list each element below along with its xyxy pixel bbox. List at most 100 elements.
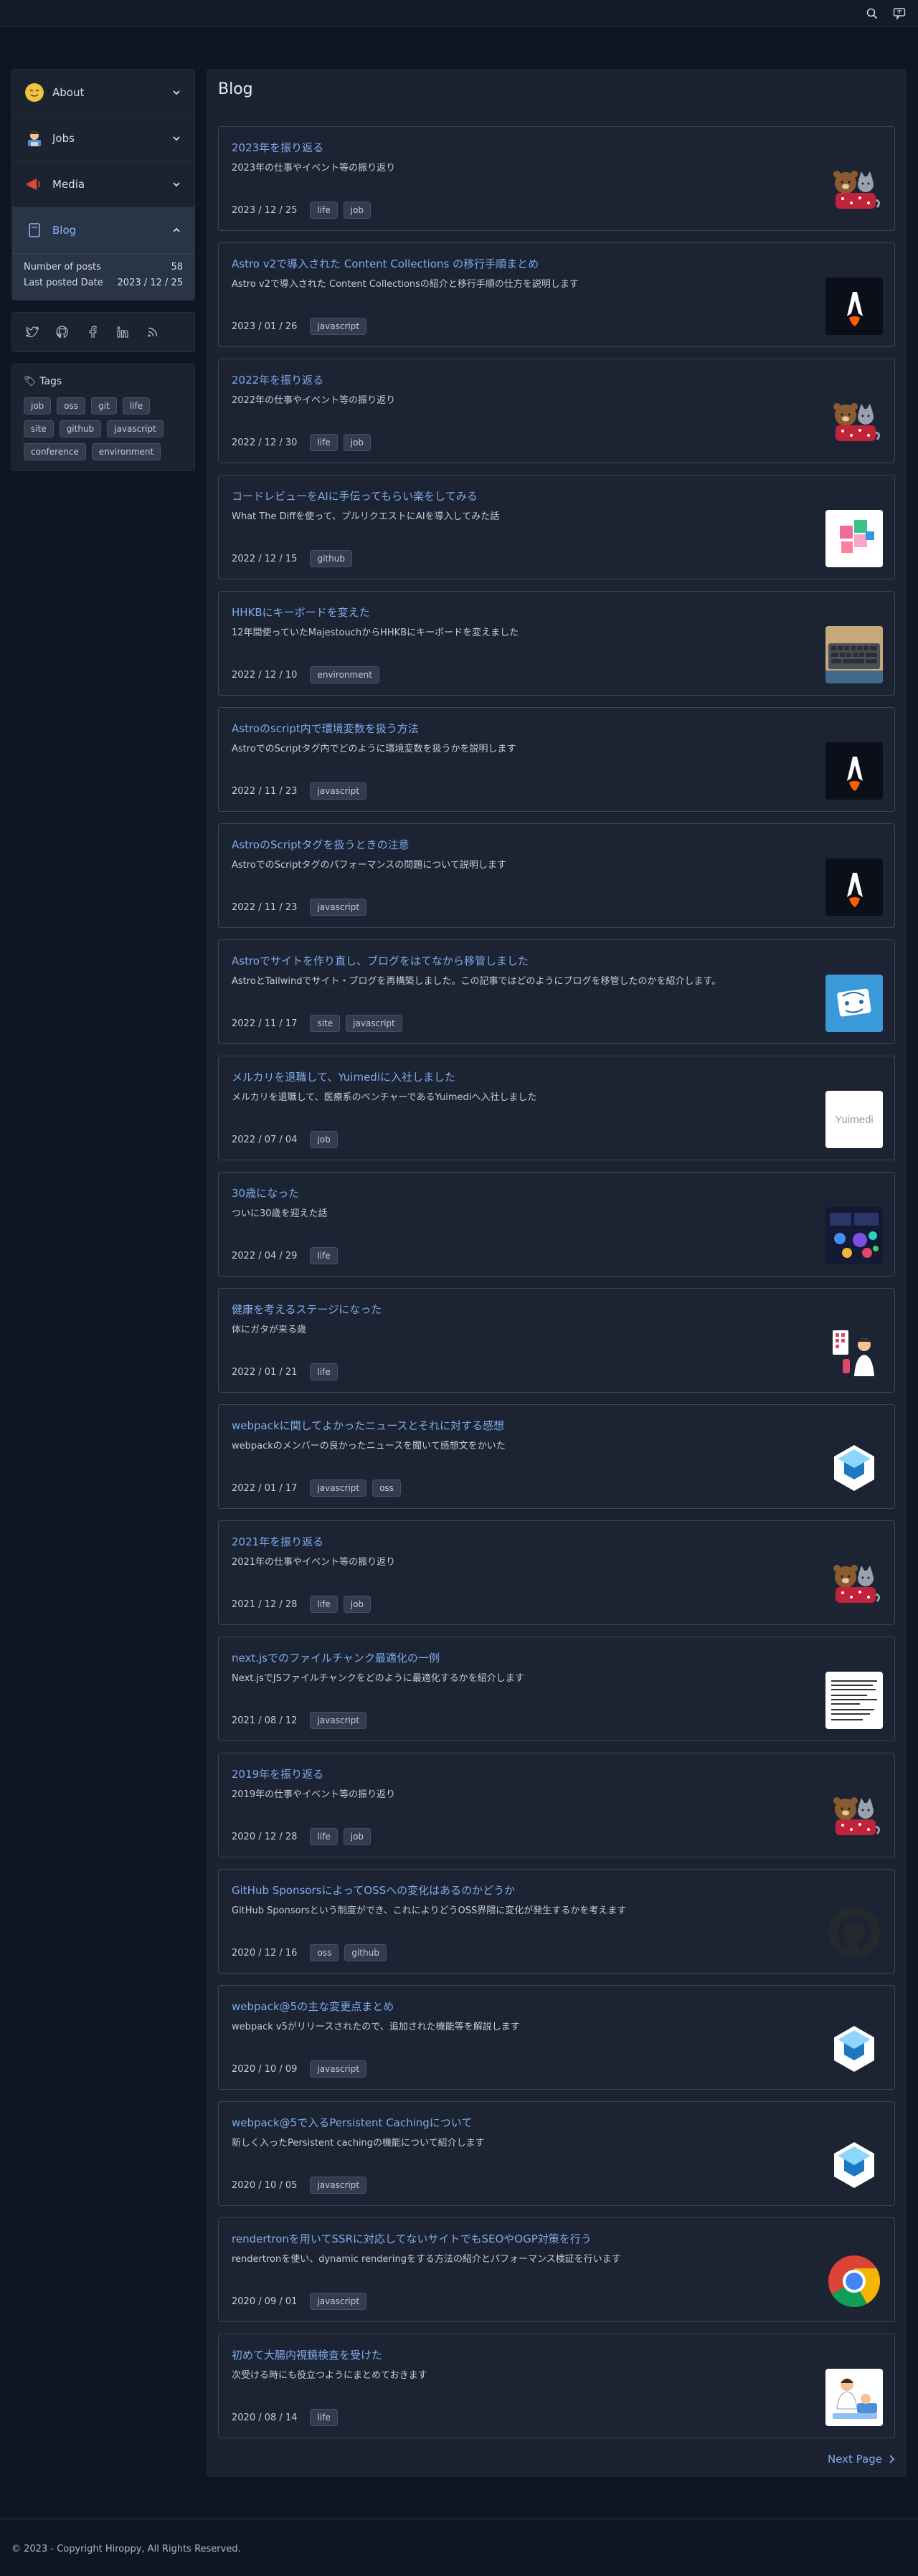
post-card[interactable]: 30歳になった ついに30歳を迎えた話 2022 / 04 / 29 life (218, 1172, 895, 1277)
post-thumbnail (825, 278, 883, 335)
sidebar-item-about[interactable]: About (12, 70, 194, 115)
post-card[interactable]: メルカリを退職して、Yuimediに入社しました メルカリを退職して、医療系のベン… (218, 1056, 895, 1160)
translate-icon[interactable] (891, 5, 908, 22)
post-tag[interactable]: job (310, 1131, 338, 1148)
post-description: 次受ける時にも役立つようにまとめておきます (232, 2370, 427, 2381)
post-tag[interactable]: life (310, 202, 338, 219)
post-title[interactable]: 2022年を振り返る (232, 372, 323, 387)
post-description: 2023年の仕事やイベント等の振り返り (232, 163, 396, 174)
post-title[interactable]: コードレビューをAIに手伝ってもらい楽をしてみる (232, 488, 478, 503)
post-title[interactable]: 2023年を振り返る (232, 140, 323, 155)
tag-chip[interactable]: environment (91, 443, 161, 460)
posts-count-row: Number of posts 58 (24, 260, 183, 275)
post-tag[interactable]: javascript (310, 1479, 367, 1497)
post-title[interactable]: 2019年を振り返る (232, 1766, 323, 1781)
post-tag[interactable]: job (343, 202, 372, 219)
post-card[interactable]: GitHub SponsorsによってOSSへの変化はあるのかどうか GitHub… (218, 1869, 895, 1974)
post-description: rendertronを使い、dynamic renderingをする方法の紹介と… (232, 2254, 621, 2265)
tag-chip[interactable]: git (91, 397, 117, 415)
search-icon[interactable] (863, 5, 881, 22)
post-title[interactable]: 健康を考えるステージになった (232, 1302, 382, 1317)
tag-chip[interactable]: site (24, 420, 54, 437)
post-tag[interactable]: life (310, 1596, 338, 1613)
rss-icon[interactable] (146, 325, 160, 339)
post-card[interactable]: Astro v2で導入された Content Collections の移行手順… (218, 242, 895, 347)
post-tag[interactable]: javascript (310, 2293, 367, 2310)
twitter-icon[interactable] (25, 325, 39, 339)
post-meta: 2022 / 11 / 23 javascript (232, 782, 367, 800)
post-tag[interactable]: life (310, 1828, 338, 1845)
post-title[interactable]: Astroのscript内で環境変数を扱う方法 (232, 721, 419, 736)
post-title[interactable]: Astro v2で導入された Content Collections の移行手順… (232, 256, 539, 271)
post-title[interactable]: webpack@5で入るPersistent Cachingについて (232, 2115, 472, 2130)
post-tag[interactable]: life (310, 2409, 338, 2426)
sidebar-item-blog[interactable]: Blog (12, 207, 194, 253)
post-title[interactable]: Astroでサイトを作り直し、ブログをはてなから移管しました (232, 953, 529, 968)
post-card[interactable]: webpackに関してよかったニュースとそれに対する感想 webpackのメンバー… (218, 1404, 895, 1509)
post-tag[interactable]: javascript (310, 318, 367, 335)
post-date: 2022 / 07 / 04 (232, 1134, 298, 1145)
post-tag[interactable]: javascript (310, 2060, 367, 2078)
post-title[interactable]: rendertronを用いてSSRに対応してないサイトでもSEOやOGP対策を行… (232, 2231, 592, 2246)
post-title[interactable]: メルカリを退職して、Yuimediに入社しました (232, 1069, 455, 1084)
post-tag[interactable]: job (343, 434, 372, 451)
linkedin-icon[interactable] (115, 325, 130, 339)
post-card[interactable]: 2023年を振り返る 2023年の仕事やイベント等の振り返り 2023 / 12 /… (218, 126, 895, 231)
post-tag[interactable]: oss (372, 1479, 401, 1497)
next-page-link[interactable]: Next Page (828, 2453, 895, 2466)
post-description: 2022年の仕事やイベント等の振り返り (232, 395, 396, 406)
post-title[interactable]: 初めて大腸内視鏡検査を受けた (232, 2347, 382, 2362)
post-tag[interactable]: javascript (346, 1015, 402, 1032)
post-card[interactable]: コードレビューをAIに手伝ってもらい楽をしてみる What The Diffを使っ… (218, 475, 895, 579)
tag-chip[interactable]: github (59, 420, 102, 437)
post-card[interactable]: AstroのScriptタグを扱うときの注意 AstroでのScriptタグのパフ… (218, 823, 895, 928)
post-card[interactable]: webpack@5で入るPersistent Cachingについて新しく入った… (218, 2101, 895, 2206)
post-tag[interactable]: github (344, 1944, 387, 1961)
post-title[interactable]: next.jsでのファイルチャンク最適化の一例 (232, 1650, 440, 1665)
post-card[interactable]: Astroでサイトを作り直し、ブログをはてなから移管しました AstroとTail… (218, 939, 895, 1044)
post-tag[interactable]: job (343, 1596, 372, 1613)
post-tag[interactable]: environment (310, 666, 379, 683)
post-title[interactable]: HHKBにキーボードを変えた (232, 605, 370, 620)
post-card[interactable]: webpack@5の主な変更点まとめ webpack v5がリリースされたので、追… (218, 1985, 895, 2090)
post-tag[interactable]: site (310, 1015, 341, 1032)
post-thumbnail (825, 1904, 883, 1961)
post-title[interactable]: GitHub SponsorsによってOSSへの変化はあるのかどうか (232, 1883, 515, 1898)
post-tag[interactable]: javascript (310, 782, 367, 800)
post-tag[interactable]: oss (310, 1944, 339, 1961)
sidebar-item-media[interactable]: Media (12, 161, 194, 207)
post-card[interactable]: Astroのscript内で環境変数を扱う方法 AstroでのScriptタグ内で… (218, 707, 895, 812)
github-icon[interactable] (55, 325, 70, 339)
post-tag[interactable]: github (310, 550, 352, 567)
tag-chip[interactable]: oss (57, 397, 86, 415)
blog-main: Blog 2023年を振り返る 2023年の仕事やイベント等の振り返り 2023 /… (207, 69, 907, 2477)
post-card[interactable]: 2019年を振り返る 2019年の仕事やイベント等の振り返り 2020 / 12 /… (218, 1753, 895, 1857)
post-title[interactable]: 2021年を振り返る (232, 1534, 323, 1549)
tag-chip[interactable]: job (24, 397, 52, 415)
tag-chip[interactable]: life (122, 397, 151, 415)
post-meta: 2022 / 01 / 17 javascript oss (232, 1479, 401, 1497)
post-card[interactable]: 健康を考えるステージになった 体にガタが来る歳 2022 / 01 / 21 life (218, 1288, 895, 1393)
post-title[interactable]: AstroのScriptタグを扱うときの注意 (232, 837, 409, 852)
post-card[interactable]: HHKBにキーボードを変えた 12年間使っていたMajestouchからHHKBに… (218, 591, 895, 696)
sidebar-item-jobs[interactable]: Jobs (12, 115, 194, 161)
post-tag[interactable]: life (310, 1363, 338, 1381)
post-title[interactable]: 30歳になった (232, 1185, 299, 1201)
post-card[interactable]: rendertronを用いてSSRに対応してないサイトでもSEOやOGP対策を行… (218, 2217, 895, 2322)
post-description: 新しく入ったPersistent cachingの機能について紹介します (232, 2138, 485, 2149)
post-tag[interactable]: javascript (310, 1712, 367, 1729)
facebook-icon[interactable] (85, 325, 100, 339)
post-title[interactable]: webpack@5の主な変更点まとめ (232, 1999, 394, 2014)
post-title[interactable]: webpackに関してよかったニュースとそれに対する感想 (232, 1418, 504, 1433)
post-tag[interactable]: javascript (310, 2177, 367, 2194)
post-card[interactable]: next.jsでのファイルチャンク最適化の一例 Next.jsでJSファイルチャン… (218, 1637, 895, 1741)
tag-chip[interactable]: conference (24, 443, 86, 460)
post-tag[interactable]: javascript (310, 899, 367, 916)
post-card[interactable]: 初めて大腸内視鏡検査を受けた 次受ける時にも役立つようにまとめておきます 2020 … (218, 2334, 895, 2438)
post-tag[interactable]: life (310, 1247, 338, 1264)
tag-chip[interactable]: javascript (107, 420, 164, 437)
post-tag[interactable]: life (310, 434, 338, 451)
post-tag[interactable]: job (343, 1828, 372, 1845)
post-card[interactable]: 2022年を振り返る 2022年の仕事やイベント等の振り返り 2022 / 12 /… (218, 359, 895, 463)
post-card[interactable]: 2021年を振り返る 2021年の仕事やイベント等の振り返り 2021 / 12 /… (218, 1520, 895, 1625)
